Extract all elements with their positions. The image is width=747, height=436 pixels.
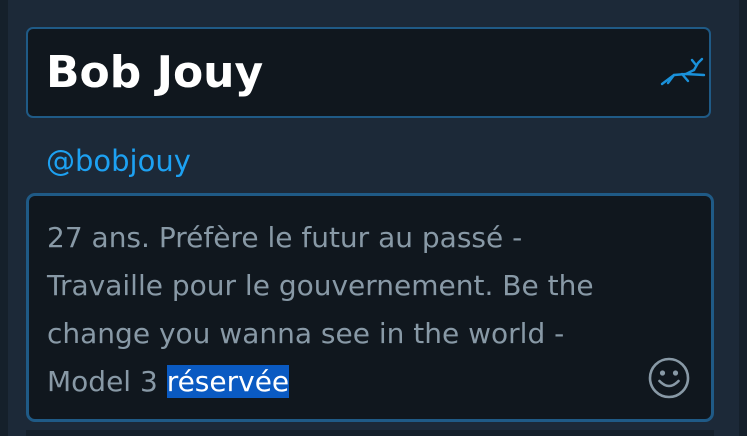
- next-field-edge: [26, 430, 714, 436]
- right-edge: [739, 0, 747, 436]
- display-name-text[interactable]: Bob Jouy: [46, 41, 263, 105]
- bio-field[interactable]: 27 ans. Préfère le futur au passé - Trav…: [26, 193, 714, 422]
- bio-text[interactable]: 27 ans. Préfère le futur au passé - Trav…: [47, 214, 607, 406]
- gazelle-icon[interactable]: [658, 56, 708, 88]
- emoji-smiley-icon[interactable]: [646, 355, 692, 401]
- left-edge: [0, 0, 8, 436]
- profile-edit-panel: Bob Jouy @bobjouy 27 ans. Préfère le fut…: [0, 0, 747, 436]
- profile-handle: @bobjouy: [46, 144, 191, 178]
- bio-text-selection: réservée: [166, 365, 290, 398]
- display-name-field[interactable]: Bob Jouy: [26, 27, 711, 118]
- bio-text-unselected: 27 ans. Préfère le futur au passé - Trav…: [47, 221, 594, 398]
